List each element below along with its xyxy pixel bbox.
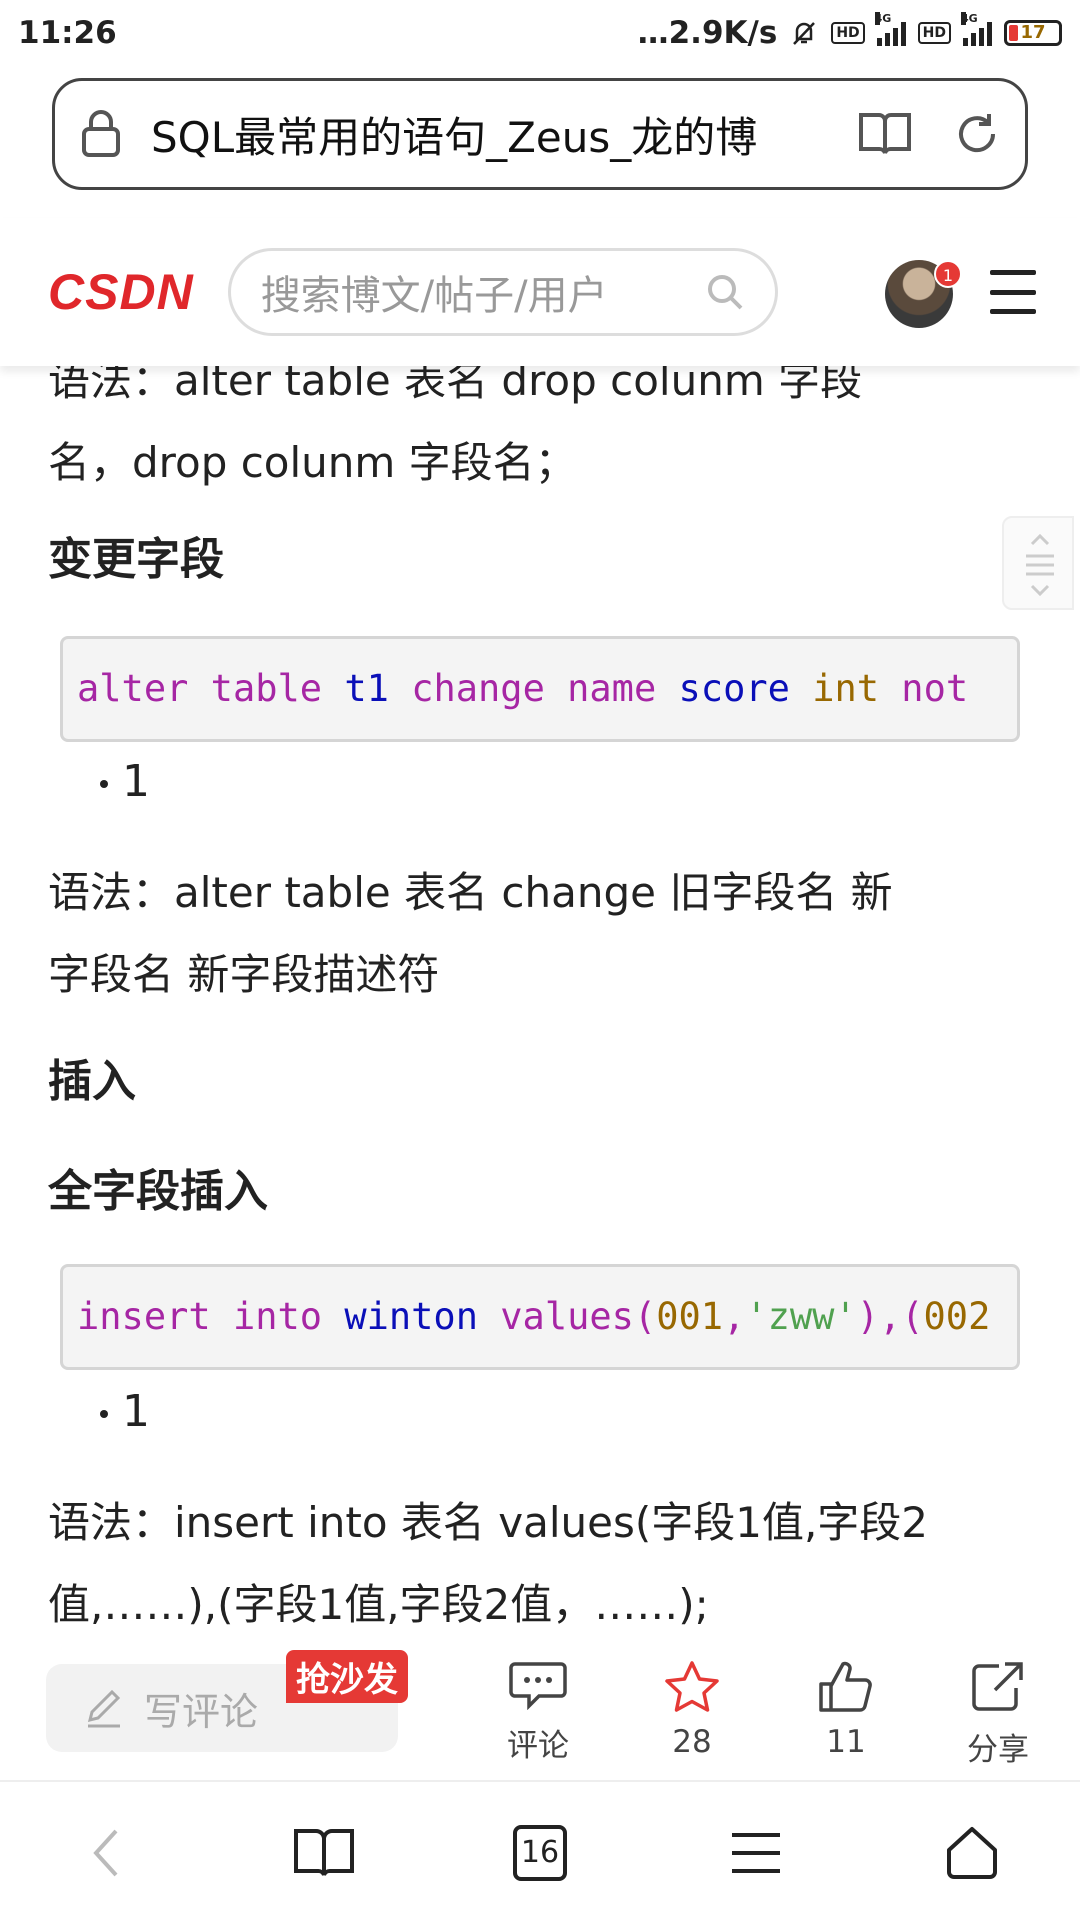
back-button[interactable] — [66, 1818, 146, 1888]
back-arrow-icon — [93, 1829, 118, 1877]
home-button[interactable] — [932, 1818, 1012, 1888]
scroll-grip-icon — [1026, 533, 1054, 597]
comment-placeholder: 写评论 — [144, 1689, 259, 1734]
tab-count-icon: 16 — [513, 1825, 567, 1881]
mute-bell-icon — [793, 22, 816, 45]
share-button[interactable]: 分享 — [948, 1660, 1048, 1769]
address-bar[interactable]: SQL最常用的语句_Zeus_龙的博 — [52, 78, 1028, 190]
search-icon[interactable] — [705, 272, 745, 312]
tabs-button[interactable]: 16 — [500, 1818, 580, 1888]
comment-button[interactable]: 评论 — [488, 1660, 588, 1765]
site-header: CSDN 搜索博文/帖子/用户 1 — [0, 218, 1080, 366]
article-action-bar: 写评论 抢沙发 评论 28 11 分享 — [0, 1640, 1080, 1780]
comment-icon — [509, 1662, 567, 1710]
browser-toolbar: SQL最常用的语句_Zeus_龙的博 — [0, 66, 1080, 216]
code-block-change[interactable]: alter table t1 change name score int not — [60, 636, 1020, 742]
change-syntax-text: 语法：alter table 表名 change 旧字段名 新 字段名 新字段描… — [48, 868, 893, 999]
net-speed: …2.9K/s — [637, 15, 778, 51]
status-icons: …2.9K/s HD 4G HD 4G 17 — [637, 12, 1062, 51]
star-icon — [665, 1661, 719, 1712]
code-line-number: 1 — [100, 756, 150, 807]
sofa-badge: 抢沙发 — [286, 1650, 408, 1703]
code-line-number: 1 — [100, 1386, 150, 1437]
battery-icon: 17 — [1004, 20, 1062, 46]
reader-mode-icon[interactable] — [857, 109, 913, 159]
browser-nav-bar: 16 — [0, 1780, 1080, 1920]
csdn-logo[interactable]: CSDN — [48, 263, 194, 321]
menu-icon[interactable] — [990, 270, 1036, 314]
thumbs-up-icon — [819, 1661, 872, 1712]
status-bar: 11:26 …2.9K/s HD 4G HD 4G 17 — [0, 0, 1080, 66]
browser-menu-button[interactable] — [716, 1818, 796, 1888]
heading-change-field: 变更字段 — [48, 534, 224, 585]
hd-icon-2: HD — [917, 22, 951, 44]
notification-badge: 1 — [934, 260, 962, 288]
menu-icon — [732, 1833, 780, 1873]
clock: 11:26 — [18, 15, 117, 51]
lock-icon — [82, 110, 120, 157]
heading-insert: 插入 — [48, 1056, 136, 1107]
hd-icon: HD — [831, 22, 865, 44]
signal-icon-2: 4G — [961, 12, 992, 46]
star-button[interactable]: 28 — [642, 1660, 742, 1760]
scroll-handle[interactable] — [1002, 516, 1074, 610]
like-button[interactable]: 11 — [796, 1660, 896, 1760]
heading-full-insert: 全字段插入 — [48, 1166, 268, 1217]
bookmarks-button[interactable] — [284, 1818, 364, 1888]
page-title-url[interactable]: SQL最常用的语句_Zeus_龙的博 — [151, 104, 811, 165]
search-placeholder: 搜索博文/帖子/用户 — [260, 273, 608, 319]
search-input[interactable]: 搜索博文/帖子/用户 — [227, 248, 778, 336]
refresh-icon[interactable] — [953, 110, 1001, 158]
signal-icon: 4G — [874, 12, 906, 46]
code-block-insert[interactable]: insert into winton values(001,'zww'),(00… — [60, 1264, 1020, 1370]
pen-icon — [87, 1689, 121, 1728]
insert-syntax-text: 语法：insert into 表名 values(字段1值,字段2 值,……),… — [48, 1498, 929, 1629]
book-icon — [294, 1829, 354, 1876]
home-icon — [947, 1827, 997, 1879]
share-icon — [972, 1662, 1023, 1711]
